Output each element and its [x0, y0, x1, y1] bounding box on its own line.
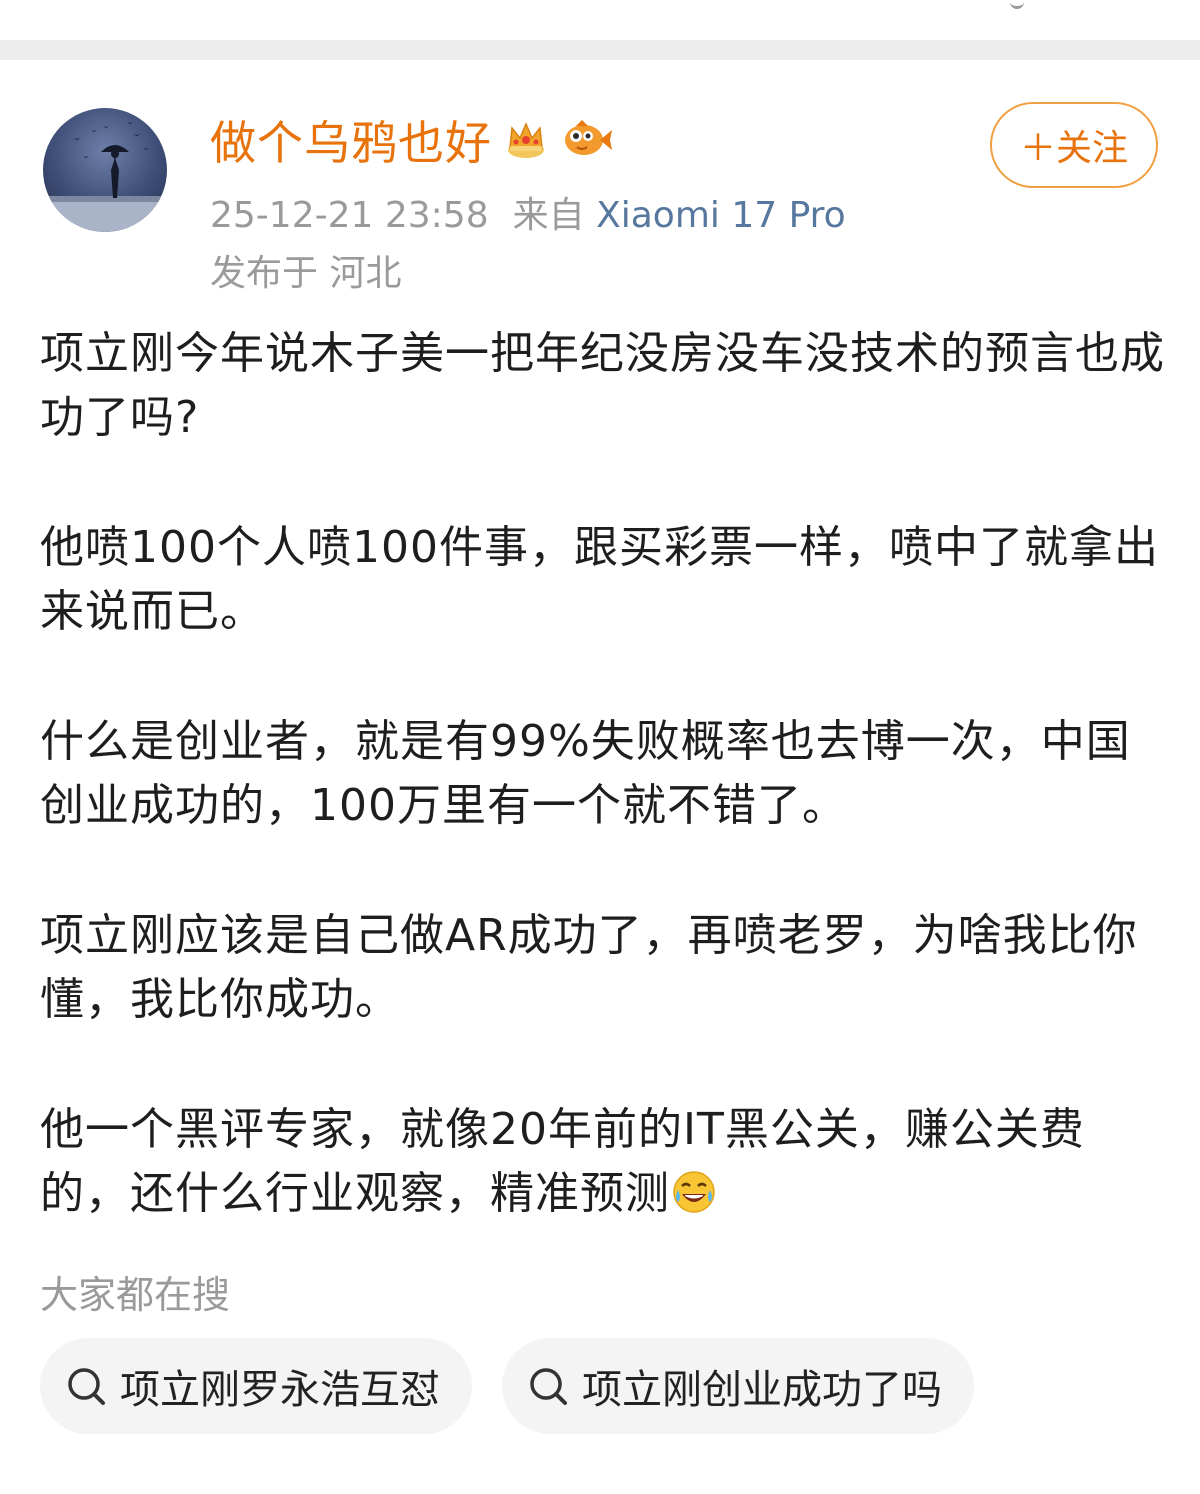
post-paragraph-last: 他一个黑评专家，就像20年前的IT黑公关，赚公关费的，还什么行业观察，精准预测	[40, 1098, 1165, 1226]
source-prefix: 来自	[512, 195, 585, 236]
trending-search-chips: 项立刚罗永浩互怼 项立刚创业成功了吗	[40, 1338, 974, 1434]
search-chip[interactable]: 项立刚创业成功了吗	[502, 1338, 974, 1434]
post-paragraph-text: 他一个黑评专家，就像20年前的IT黑公关，赚公关费的，还什么行业观察，精准预测	[40, 1104, 1085, 1219]
avatar[interactable]	[43, 108, 167, 232]
author-row: 做个乌鸦也好	[210, 110, 614, 170]
search-icon	[526, 1364, 570, 1408]
post-location: 发布于 河北	[210, 253, 402, 294]
search-chip-label: 项立刚创业成功了吗	[582, 1367, 942, 1413]
author-name[interactable]: 做个乌鸦也好	[210, 107, 492, 173]
search-chip[interactable]: 项立刚罗永浩互怼	[40, 1338, 472, 1434]
post-paragraph: 项立刚今年说木子美一把年纪没房没车没技术的预言也成功了吗?	[40, 328, 1165, 443]
trending-search-title: 大家都在搜	[40, 1273, 231, 1317]
follow-button[interactable]: ＋关注	[990, 102, 1158, 188]
top-strip	[0, 0, 1200, 40]
crown-badge-icon	[502, 114, 550, 166]
post-meta: 25-12-21 23:58 来自 Xiaomi 17 Pro	[210, 186, 846, 238]
post-paragraph: 什么是创业者，就是有99%失败概率也去博一次，中国创业成功的，100万里有一个就…	[40, 716, 1131, 831]
search-chip-label: 项立刚罗永浩互怼	[120, 1367, 440, 1413]
post-timestamp: 25-12-21 23:58	[210, 195, 489, 236]
search-icon	[64, 1364, 108, 1408]
laughing-tears-emoji-icon	[672, 1168, 716, 1213]
device-link[interactable]: Xiaomi 17 Pro	[596, 195, 846, 236]
post-paragraph: 项立刚应该是自己做AR成功了，再喷老罗，为啥我比你懂，我比你成功。	[40, 910, 1138, 1025]
section-divider	[0, 40, 1200, 60]
post-paragraph: 他喷100个人喷100件事，跟买彩票一样，喷中了就拿出来说而已。	[40, 522, 1159, 637]
fish-badge-icon	[560, 114, 614, 166]
partial-icon	[1010, 0, 1024, 9]
post-content: 项立刚今年说木子美一把年纪没房没车没技术的预言也成功了吗? 他喷100个人喷10…	[40, 322, 1165, 1226]
